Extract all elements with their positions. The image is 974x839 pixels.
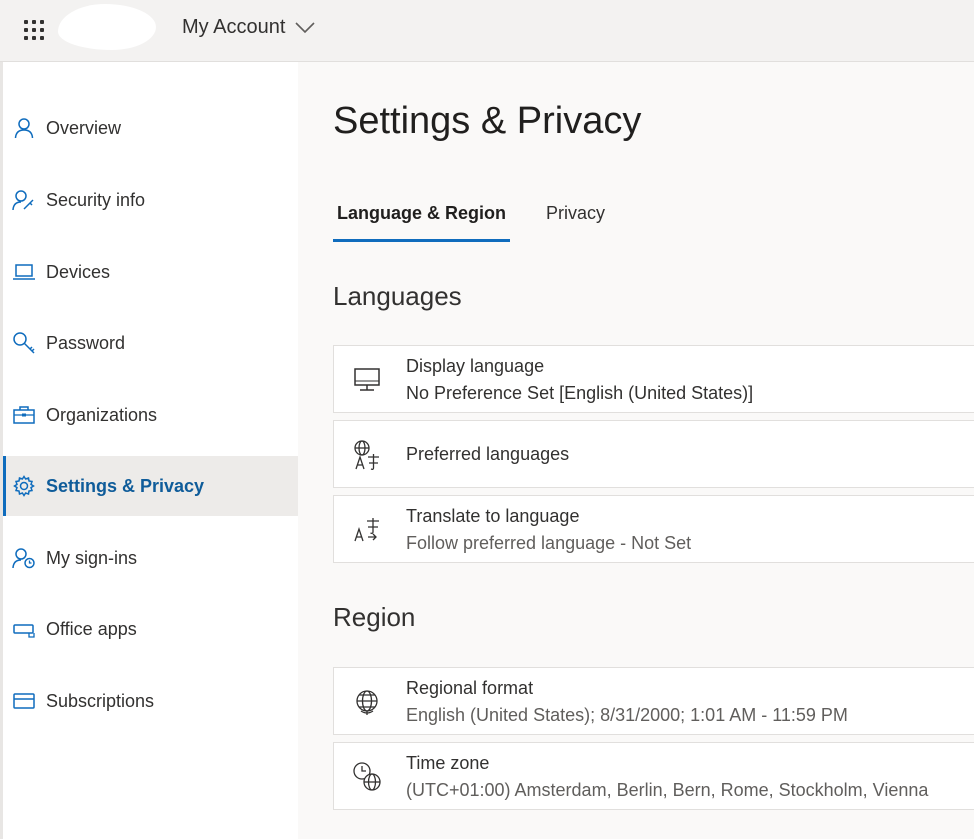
sidebar-item-label: Office apps [46,618,137,639]
clock-globe-icon [350,760,384,794]
tab-privacy[interactable]: Privacy [546,198,605,242]
translate-icon [350,513,384,547]
globe-translate-icon [350,438,384,472]
translate-language-card[interactable]: Translate to language Follow preferred l… [333,495,974,563]
sidebar-item-devices[interactable]: Devices [3,242,298,302]
card-value: Follow preferred language - Not Set [406,533,692,553]
key-icon [11,330,37,356]
gear-icon [11,473,37,499]
sidebar-item-password[interactable]: Password [3,313,298,373]
apps-icon [11,616,37,642]
person-icon [11,115,37,141]
main-content: Settings & Privacy Language & Region Pri… [298,62,974,839]
sidebar-item-label: Security info [46,189,146,210]
laptop-icon [11,259,37,285]
sidebar-item-label: Organizations [46,404,158,425]
page-title: Settings & Privacy [333,100,642,142]
sidebar-item-organizations[interactable]: Organizations [3,385,298,445]
person-key-icon [11,187,37,213]
card-title: Translate to language [406,506,580,526]
sidebar-item-subscriptions[interactable]: Subscriptions [3,671,298,731]
app-launcher-button[interactable] [14,12,54,48]
app-title: My Account [182,16,286,38]
regional-format-card[interactable]: Regional format English (United States);… [333,667,974,735]
card-value: No Preference Set [English (United State… [406,383,754,403]
sidebar: Overview Security info Devices Password … [0,62,298,839]
card-value: English (United States); 8/31/2000; 1:01… [406,705,848,725]
sidebar-item-label: My sign-ins [46,547,138,568]
sidebar-item-label: Password [46,332,126,353]
sidebar-item-label: Overview [46,117,122,138]
time-zone-card[interactable]: Time zone (UTC+01:00) Amsterdam, Berlin,… [333,742,974,810]
card-title: Time zone [406,753,490,773]
sidebar-item-overview[interactable]: Overview [3,98,298,158]
briefcase-icon [11,402,37,428]
top-bar: My Account [0,0,974,62]
chevron-down-icon [295,21,315,33]
globe-grid-icon [350,685,384,719]
card-title: Display language [406,356,545,376]
card-icon [11,688,37,714]
sidebar-item-label: Devices [46,261,111,282]
sidebar-item-label: Subscriptions [46,690,155,711]
display-language-card[interactable]: Display language No Preference Set [Engl… [333,345,974,413]
account-menu-button[interactable]: My Account [182,16,315,39]
sidebar-item-settings-privacy[interactable]: Settings & Privacy [3,456,298,516]
redacted-logo [58,4,156,50]
card-title: Regional format [406,678,534,698]
section-heading-languages: Languages [333,281,462,311]
waffle-icon [24,20,44,40]
person-sync-icon [11,545,37,571]
tab-bar: Language & Region Privacy [332,198,973,244]
sidebar-item-label: Settings & Privacy [46,475,205,496]
card-value: (UTC+01:00) Amsterdam, Berlin, Bern, Rom… [406,780,929,800]
tab-language-region[interactable]: Language & Region [332,198,511,242]
sidebar-item-office-apps[interactable]: Office apps [3,599,298,659]
sidebar-item-security-info[interactable]: Security info [3,170,298,230]
section-heading-region: Region [333,602,416,632]
card-title: Preferred languages [406,444,570,464]
sidebar-item-my-sign-ins[interactable]: My sign-ins [3,528,298,588]
preferred-languages-card[interactable]: Preferred languages [333,420,974,488]
monitor-icon [350,363,384,397]
